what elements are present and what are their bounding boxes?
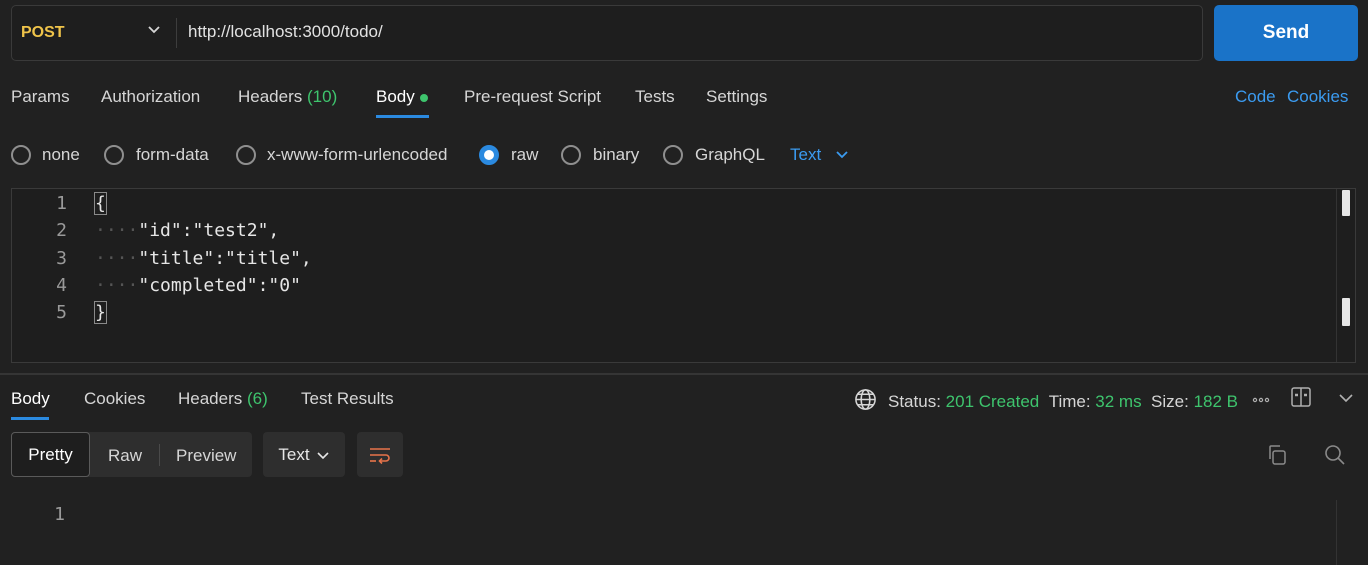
more-options-icon[interactable] — [1252, 392, 1270, 408]
tab-label: Params — [11, 87, 70, 106]
indent-whitespace: ···· — [95, 248, 139, 269]
tab-headers[interactable]: Headers (10) — [238, 87, 337, 107]
code-link[interactable]: Code — [1235, 87, 1276, 107]
code-line[interactable]: { — [94, 192, 107, 215]
globe-icon[interactable] — [854, 388, 877, 411]
headers-count: (10) — [307, 87, 338, 106]
line-number: 4 — [56, 275, 67, 296]
raw-format-select[interactable]: Text — [790, 145, 821, 165]
indent-whitespace: ···· — [95, 220, 139, 241]
line-number: 5 — [56, 302, 67, 323]
active-tab-indicator — [11, 417, 49, 420]
indent-whitespace: ···· — [95, 275, 139, 296]
tab-params[interactable]: Params — [11, 87, 70, 107]
response-format-label: Text — [278, 444, 310, 464]
tab-settings[interactable]: Settings — [706, 87, 767, 107]
segment-divider — [159, 444, 160, 466]
time-label: Time: — [1048, 392, 1091, 411]
tab-body[interactable]: Body — [376, 87, 428, 107]
response-tab-body[interactable]: Body — [11, 389, 50, 409]
radio-raw[interactable] — [479, 145, 499, 165]
tab-label: Headers — [238, 87, 303, 106]
code-line[interactable]: ····"id":"test2", — [95, 220, 279, 241]
tab-pre-request-script[interactable]: Pre-request Script — [464, 87, 601, 107]
editor-scroll-track — [1336, 189, 1337, 362]
tab-label: Authorization — [101, 87, 201, 106]
editor-scrollbar-thumb[interactable] — [1342, 190, 1350, 216]
url-separator — [176, 18, 177, 48]
radio-raw-label[interactable]: raw — [511, 145, 538, 165]
line-number: 2 — [56, 220, 67, 241]
chevron-down-icon[interactable] — [145, 20, 163, 38]
url-input[interactable]: http://localhost:3000/todo/ — [188, 22, 383, 42]
line-number: 3 — [56, 248, 67, 269]
cookies-link[interactable]: Cookies — [1287, 87, 1348, 107]
response-tab-headers[interactable]: Headers (6) — [178, 389, 268, 409]
radio-binary[interactable] — [561, 145, 581, 165]
radio-form-data[interactable] — [104, 145, 124, 165]
copy-icon[interactable] — [1265, 443, 1289, 467]
tab-label: Settings — [706, 87, 768, 106]
wrap-lines-button[interactable] — [357, 432, 403, 477]
tab-label: Pre-request Script — [464, 87, 601, 106]
code-text: "id":"test2", — [138, 220, 280, 241]
response-format-select[interactable]: Text — [263, 432, 345, 477]
tab-tests[interactable]: Tests — [635, 87, 675, 107]
body-indicator-dot — [419, 93, 428, 102]
radio-graphql-label[interactable]: GraphQL — [695, 145, 765, 165]
size-value[interactable]: 182 B — [1194, 392, 1238, 411]
tab-label: Headers — [178, 389, 243, 408]
radio-graphql[interactable] — [663, 145, 683, 165]
status-label: Status: — [888, 392, 941, 411]
status-value[interactable]: 201 Created — [946, 392, 1040, 411]
code-line[interactable]: ····"completed":"0" — [95, 275, 301, 296]
radio-urlencoded-label[interactable]: x-www-form-urlencoded — [267, 145, 447, 165]
tab-label: Tests — [635, 87, 675, 106]
headers-count: (6) — [247, 389, 268, 408]
response-line-number: 1 — [54, 504, 65, 525]
radio-none-label[interactable]: none — [42, 145, 80, 165]
line-number: 1 — [56, 193, 67, 214]
response-status-bar: Status: 201 Created Time: 32 ms Size: 18… — [888, 392, 1238, 412]
active-tab-indicator — [376, 115, 429, 118]
radio-urlencoded[interactable] — [236, 145, 256, 165]
view-raw-button[interactable]: Raw — [108, 446, 142, 466]
chevron-down-icon — [316, 448, 330, 462]
wrap-lines-icon — [368, 445, 392, 465]
tab-label: Body — [376, 87, 415, 106]
code-line[interactable]: ····"title":"title", — [95, 248, 312, 269]
search-icon[interactable] — [1323, 443, 1347, 467]
response-scroll-track — [1336, 500, 1337, 565]
radio-none[interactable] — [11, 145, 31, 165]
size-label: Size: — [1151, 392, 1189, 411]
view-preview-button[interactable]: Preview — [176, 446, 236, 466]
time-value[interactable]: 32 ms — [1095, 392, 1141, 411]
chevron-down-icon[interactable] — [834, 146, 850, 162]
send-button[interactable]: Send — [1214, 5, 1358, 61]
radio-form-data-label[interactable]: form-data — [136, 145, 209, 165]
method-select[interactable]: POST — [21, 24, 65, 42]
code-line[interactable]: } — [94, 301, 107, 324]
response-tab-test-results[interactable]: Test Results — [301, 389, 394, 409]
view-pretty-button[interactable]: Pretty — [11, 432, 90, 477]
code-text: "completed":"0" — [138, 275, 301, 296]
radio-binary-label[interactable]: binary — [593, 145, 639, 165]
code-text: } — [94, 301, 107, 324]
code-text: "title":"title", — [138, 248, 312, 269]
editor-scrollbar-marker — [1342, 298, 1350, 326]
layout-toggle-icon[interactable] — [1290, 386, 1312, 408]
code-text: { — [94, 192, 107, 215]
collapse-chevron-icon[interactable] — [1337, 389, 1355, 407]
pane-resize-handle[interactable] — [0, 373, 1368, 375]
tab-authorization[interactable]: Authorization — [101, 87, 200, 107]
response-tab-cookies[interactable]: Cookies — [84, 389, 145, 409]
